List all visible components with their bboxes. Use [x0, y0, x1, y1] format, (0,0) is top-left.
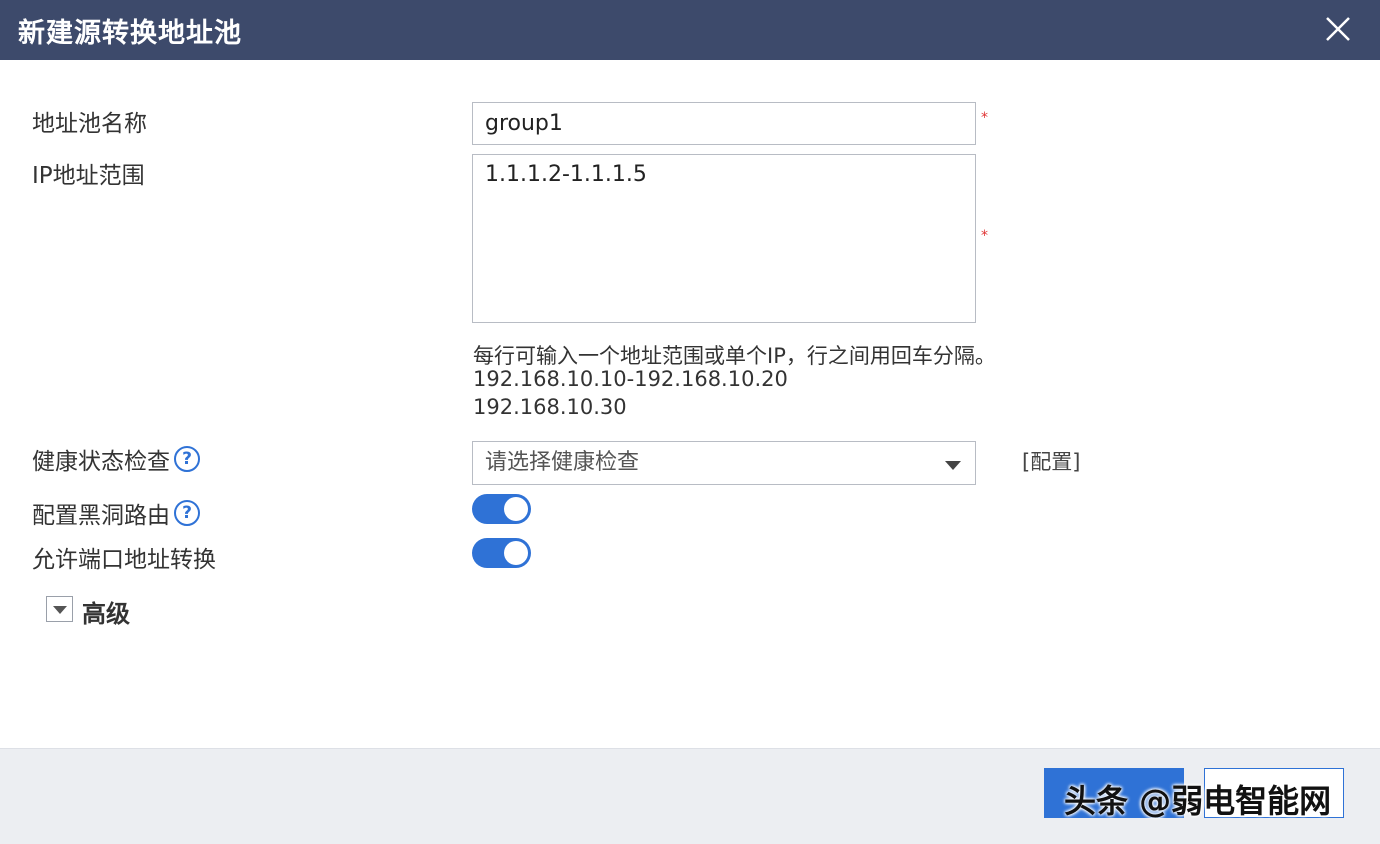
required-mark: *	[981, 110, 988, 126]
health-check-label-text: 健康状态检查	[32, 449, 170, 475]
ip-range-example-1: 192.168.10.10-192.168.10.20	[473, 367, 788, 391]
config-link[interactable]: [配置]	[1022, 446, 1080, 476]
health-check-placeholder: 请选择健康检查	[485, 450, 640, 475]
port-translation-label-text: 允许端口地址转换	[32, 547, 216, 573]
ip-range-textarea[interactable]: 1.1.1.2-1.1.1.5	[472, 154, 976, 323]
toggle-knob	[504, 541, 528, 565]
blackhole-route-label: 配置黑洞路由 ?	[32, 496, 200, 530]
caret-triangle	[53, 606, 67, 614]
ip-range-label: IP地址范围	[32, 156, 145, 190]
blackhole-route-label-text: 配置黑洞路由	[32, 503, 170, 529]
toggle-knob	[504, 497, 528, 521]
blackhole-route-toggle[interactable]	[472, 494, 531, 524]
advanced-section-toggle[interactable]: 高级	[82, 594, 130, 629]
pool-name-label-text: 地址池名称	[32, 111, 147, 137]
ip-range-label-text: IP地址范围	[32, 163, 145, 189]
close-icon[interactable]	[1322, 13, 1354, 45]
help-icon[interactable]: ?	[174, 446, 200, 472]
chevron-down-icon	[945, 461, 961, 470]
port-translation-toggle[interactable]	[472, 538, 531, 568]
ip-range-hint: 每行可输入一个地址范围或单个IP，行之间用回车分隔。	[473, 344, 996, 368]
dialog-titlebar: 新建源转换地址池	[0, 0, 1380, 60]
health-check-label: 健康状态检查 ?	[32, 442, 200, 476]
health-check-select[interactable]: 请选择健康检查	[472, 441, 976, 485]
watermark: 头条 @弱电智能网	[1064, 782, 1332, 820]
caret-down-icon[interactable]	[46, 596, 73, 622]
ip-range-example-2: 192.168.10.30	[473, 395, 627, 419]
pool-name-label: 地址池名称	[32, 104, 147, 138]
help-icon[interactable]: ?	[174, 500, 200, 526]
port-translation-label: 允许端口地址转换	[32, 540, 216, 574]
dialog-title: 新建源转换地址池	[18, 17, 242, 49]
required-mark: *	[981, 228, 988, 244]
pool-name-input[interactable]: group1	[472, 102, 976, 145]
